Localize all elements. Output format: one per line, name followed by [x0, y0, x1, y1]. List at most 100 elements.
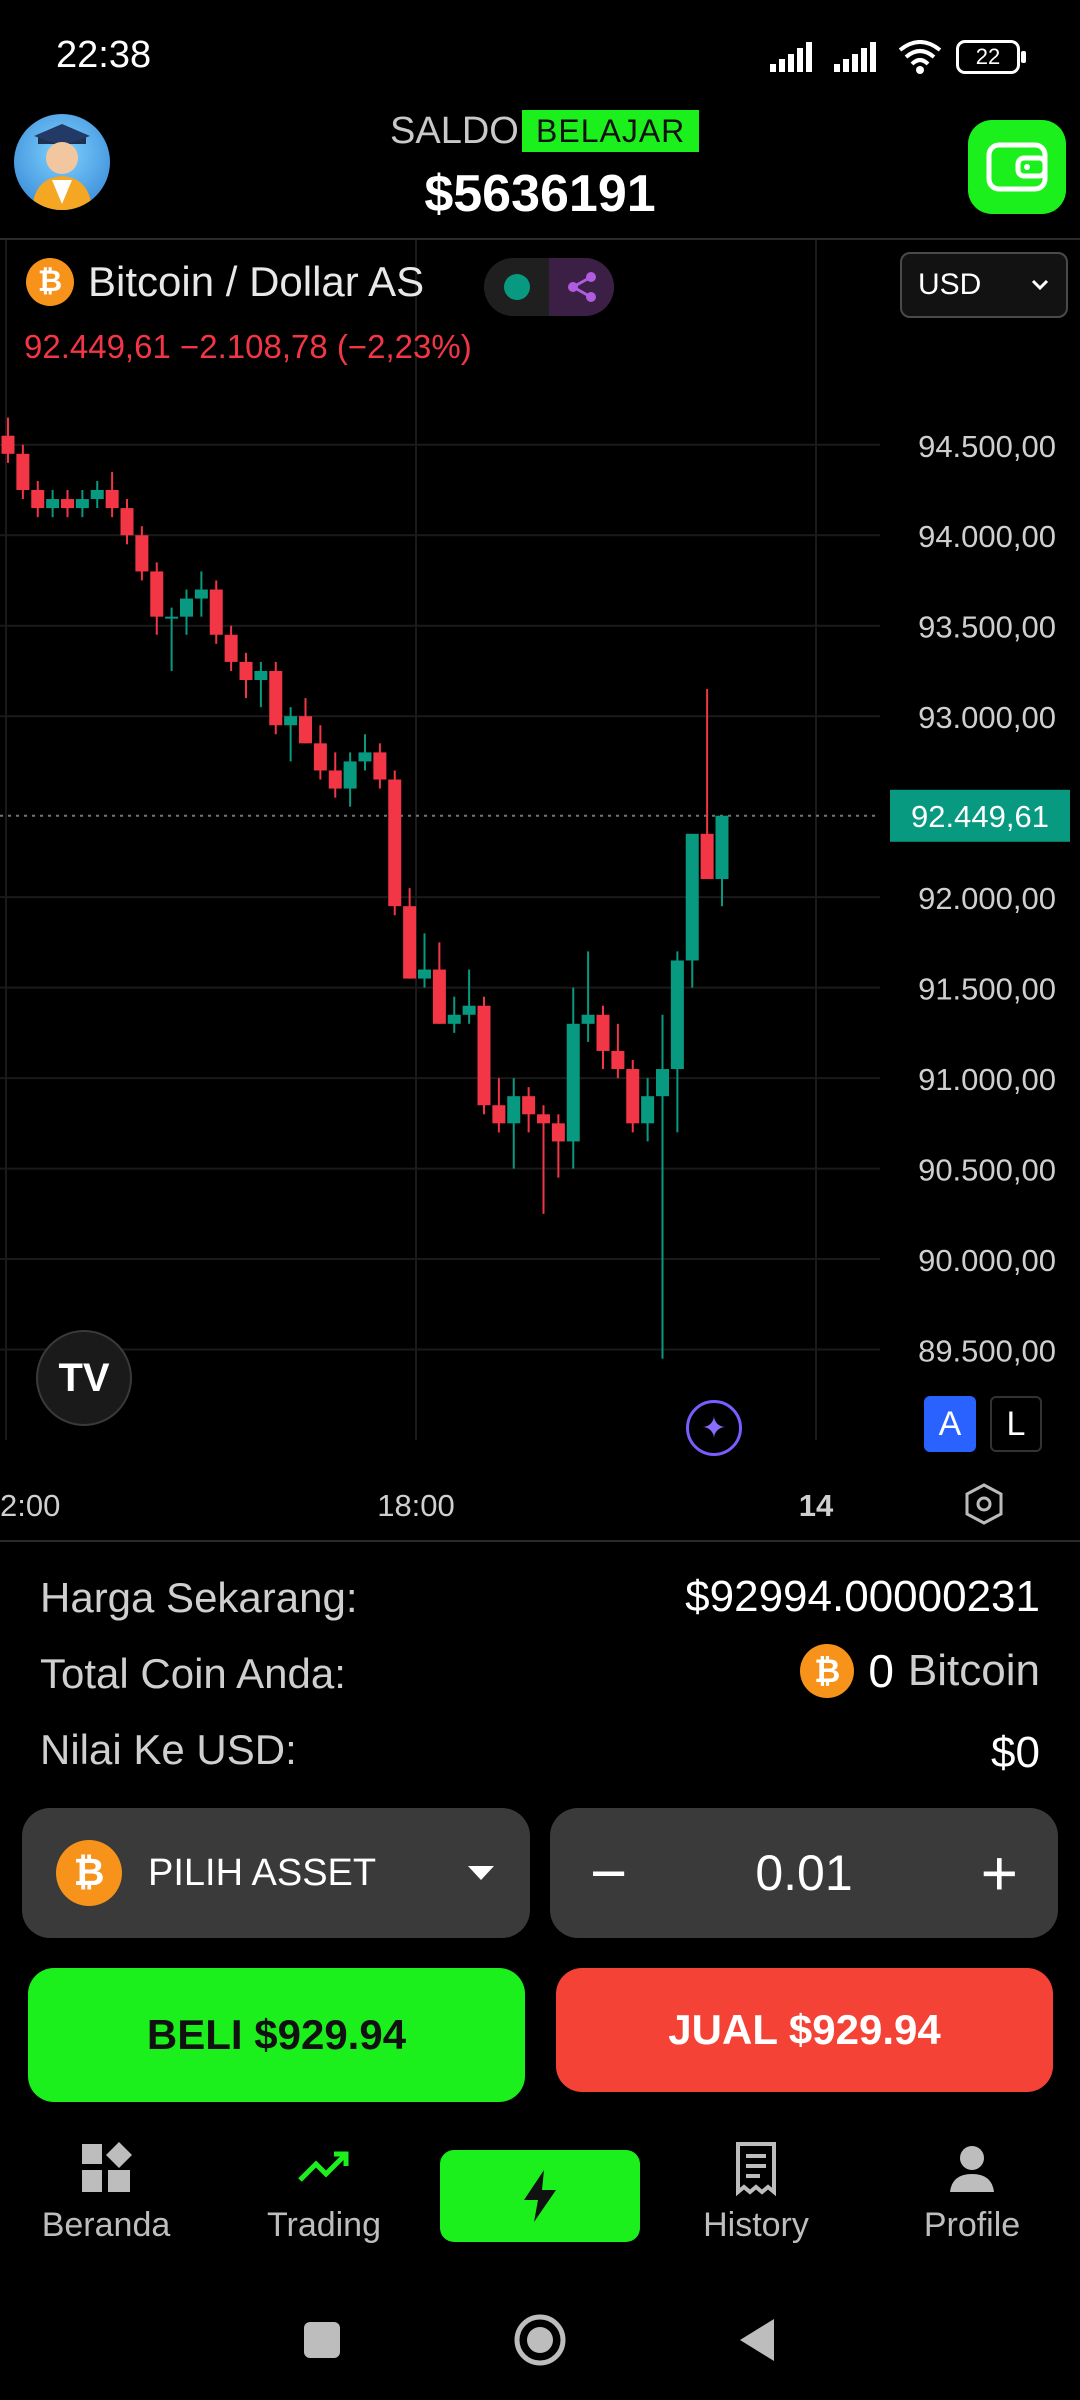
- y-axis-tick-label: 91.500,00: [918, 972, 1056, 1007]
- bitcoin-icon: ₿: [26, 258, 74, 306]
- y-axis-tick-label: 91.000,00: [918, 1062, 1056, 1097]
- quantity-value[interactable]: 0.01: [755, 1844, 852, 1902]
- balance-amount: $5636191: [424, 165, 656, 223]
- candle-body: [135, 535, 149, 572]
- candle-body: [105, 490, 119, 509]
- chart-symbol-title: Bitcoin / Dollar AS: [88, 258, 425, 305]
- nav-trading-label: Trading: [266, 2206, 382, 2244]
- sparkle-icon[interactable]: ✦: [686, 1400, 742, 1456]
- candle-body: [239, 661, 253, 680]
- bitcoin-icon: ₿: [56, 1840, 122, 1906]
- increase-button[interactable]: +: [981, 1841, 1018, 1905]
- candle-body: [75, 499, 89, 509]
- decrease-button[interactable]: −: [590, 1841, 627, 1905]
- bitcoin-icon: ₿: [800, 1644, 855, 1698]
- currency-select-value: USD: [918, 268, 982, 301]
- nav-history[interactable]: History: [666, 2140, 846, 2245]
- candle-body: [343, 761, 357, 789]
- usd-value-label: Nilai Ke USD:: [40, 1726, 297, 1773]
- candle-body: [269, 670, 283, 726]
- nav-trading[interactable]: Trading: [234, 2140, 414, 2245]
- y-axis-tick-label: 90.000,00: [918, 1243, 1056, 1278]
- wallet-icon: [986, 142, 1048, 192]
- candle-body: [209, 589, 223, 635]
- saldo-label: SALDO: [390, 110, 519, 152]
- candle-body: [477, 1005, 491, 1106]
- y-axis-tick-label: 92.000,00: [918, 881, 1056, 916]
- status-icons: 22: [770, 40, 1026, 74]
- signal-icon: [770, 42, 812, 72]
- candle-body: [120, 508, 134, 536]
- candle-body: [373, 752, 387, 780]
- share-icon[interactable]: [549, 258, 614, 316]
- candle-body: [1, 435, 15, 454]
- nav-home[interactable]: Beranda: [16, 2140, 196, 2245]
- total-coin-unit: Bitcoin: [907, 1646, 1040, 1695]
- system-navigation: [0, 2300, 1080, 2380]
- back-icon[interactable]: [738, 2317, 778, 2363]
- candle-body: [492, 1105, 506, 1124]
- chart-status-pill[interactable]: [484, 258, 614, 316]
- home-icon[interactable]: [512, 2312, 568, 2368]
- sell-button[interactable]: JUAL $929.94: [556, 1968, 1053, 2092]
- person-icon: [950, 2146, 994, 2192]
- nav-home-label: Beranda: [41, 2206, 171, 2244]
- nav-quick-trade-button[interactable]: [440, 2150, 640, 2242]
- candle-body: [150, 571, 164, 617]
- trending-up-icon: [298, 2151, 349, 2182]
- candle-body: [328, 770, 342, 789]
- log-scale-button[interactable]: L: [990, 1396, 1042, 1452]
- auto-scale-button[interactable]: A: [924, 1396, 976, 1452]
- recents-icon[interactable]: [302, 2320, 342, 2360]
- candle-body: [715, 815, 729, 880]
- chart-symbol: ₿ Bitcoin / Dollar AS: [26, 258, 424, 306]
- chevron-down-icon: [1031, 279, 1049, 291]
- candle-body: [418, 969, 431, 979]
- dashboard-icon: [82, 2142, 132, 2192]
- candle-body: [284, 716, 298, 726]
- chart-price-change: 92.449,61 −2.108,78 (−2,23%): [24, 328, 472, 365]
- candle-body: [46, 499, 60, 509]
- usd-value: $0: [991, 1728, 1040, 1777]
- candle-body: [194, 589, 208, 599]
- wifi-icon: [898, 40, 942, 74]
- candle-body: [551, 1123, 565, 1142]
- candle-body: [507, 1096, 521, 1124]
- current-price-tag-label: 92.449,61: [911, 799, 1049, 834]
- candle-body: [537, 1114, 550, 1124]
- y-axis-tick-label: 94.500,00: [918, 429, 1056, 464]
- dropdown-arrow-icon: [468, 1866, 494, 1880]
- total-coin-amount: 0: [868, 1645, 894, 1697]
- receipt-icon: [736, 2142, 776, 2196]
- candlestick-chart[interactable]: 94.500,00 94.000,00 93.500,00 93.000,00 92.0…: [0, 240, 1080, 1540]
- candle-body: [656, 1069, 669, 1097]
- price-chart[interactable]: 94.500,00 94.000,00 93.500,00 93.000,00 92.0…: [0, 238, 1080, 1542]
- tradingview-logo[interactable]: TV: [36, 1330, 132, 1426]
- y-axis-tick-label: 93.500,00: [918, 610, 1056, 645]
- candle-body: [180, 598, 193, 617]
- candle-body: [626, 1069, 640, 1124]
- candle-body: [596, 1014, 610, 1051]
- current-price-value: $92994.00000231: [685, 1572, 1040, 1621]
- candle-body: [299, 716, 312, 744]
- status-time: 22:38: [56, 34, 152, 76]
- nav-profile-label: Profile: [923, 2206, 1021, 2244]
- candle-body: [641, 1096, 655, 1124]
- chart-settings-icon[interactable]: [962, 1482, 1006, 1531]
- nav-profile[interactable]: Profile: [882, 2140, 1062, 2245]
- candle-body: [447, 1014, 461, 1024]
- candle-body: [462, 1005, 476, 1015]
- candle-body: [522, 1096, 536, 1115]
- wallet-button[interactable]: [968, 120, 1066, 214]
- asset-picker[interactable]: ₿ PILIH ASSET: [22, 1808, 530, 1938]
- quantity-stepper[interactable]: − 0.01 +: [550, 1808, 1058, 1938]
- currency-select[interactable]: USD: [900, 252, 1068, 318]
- y-axis-tick-label: 90.500,00: [918, 1153, 1056, 1188]
- candle-body: [16, 453, 30, 490]
- candle-body: [313, 743, 327, 771]
- candle-body: [581, 1014, 595, 1024]
- candle-body: [224, 634, 238, 662]
- candle-body: [432, 969, 446, 1024]
- total-coin-label: Total Coin Anda:: [40, 1650, 346, 1697]
- buy-button[interactable]: BELI $929.94: [28, 1968, 525, 2102]
